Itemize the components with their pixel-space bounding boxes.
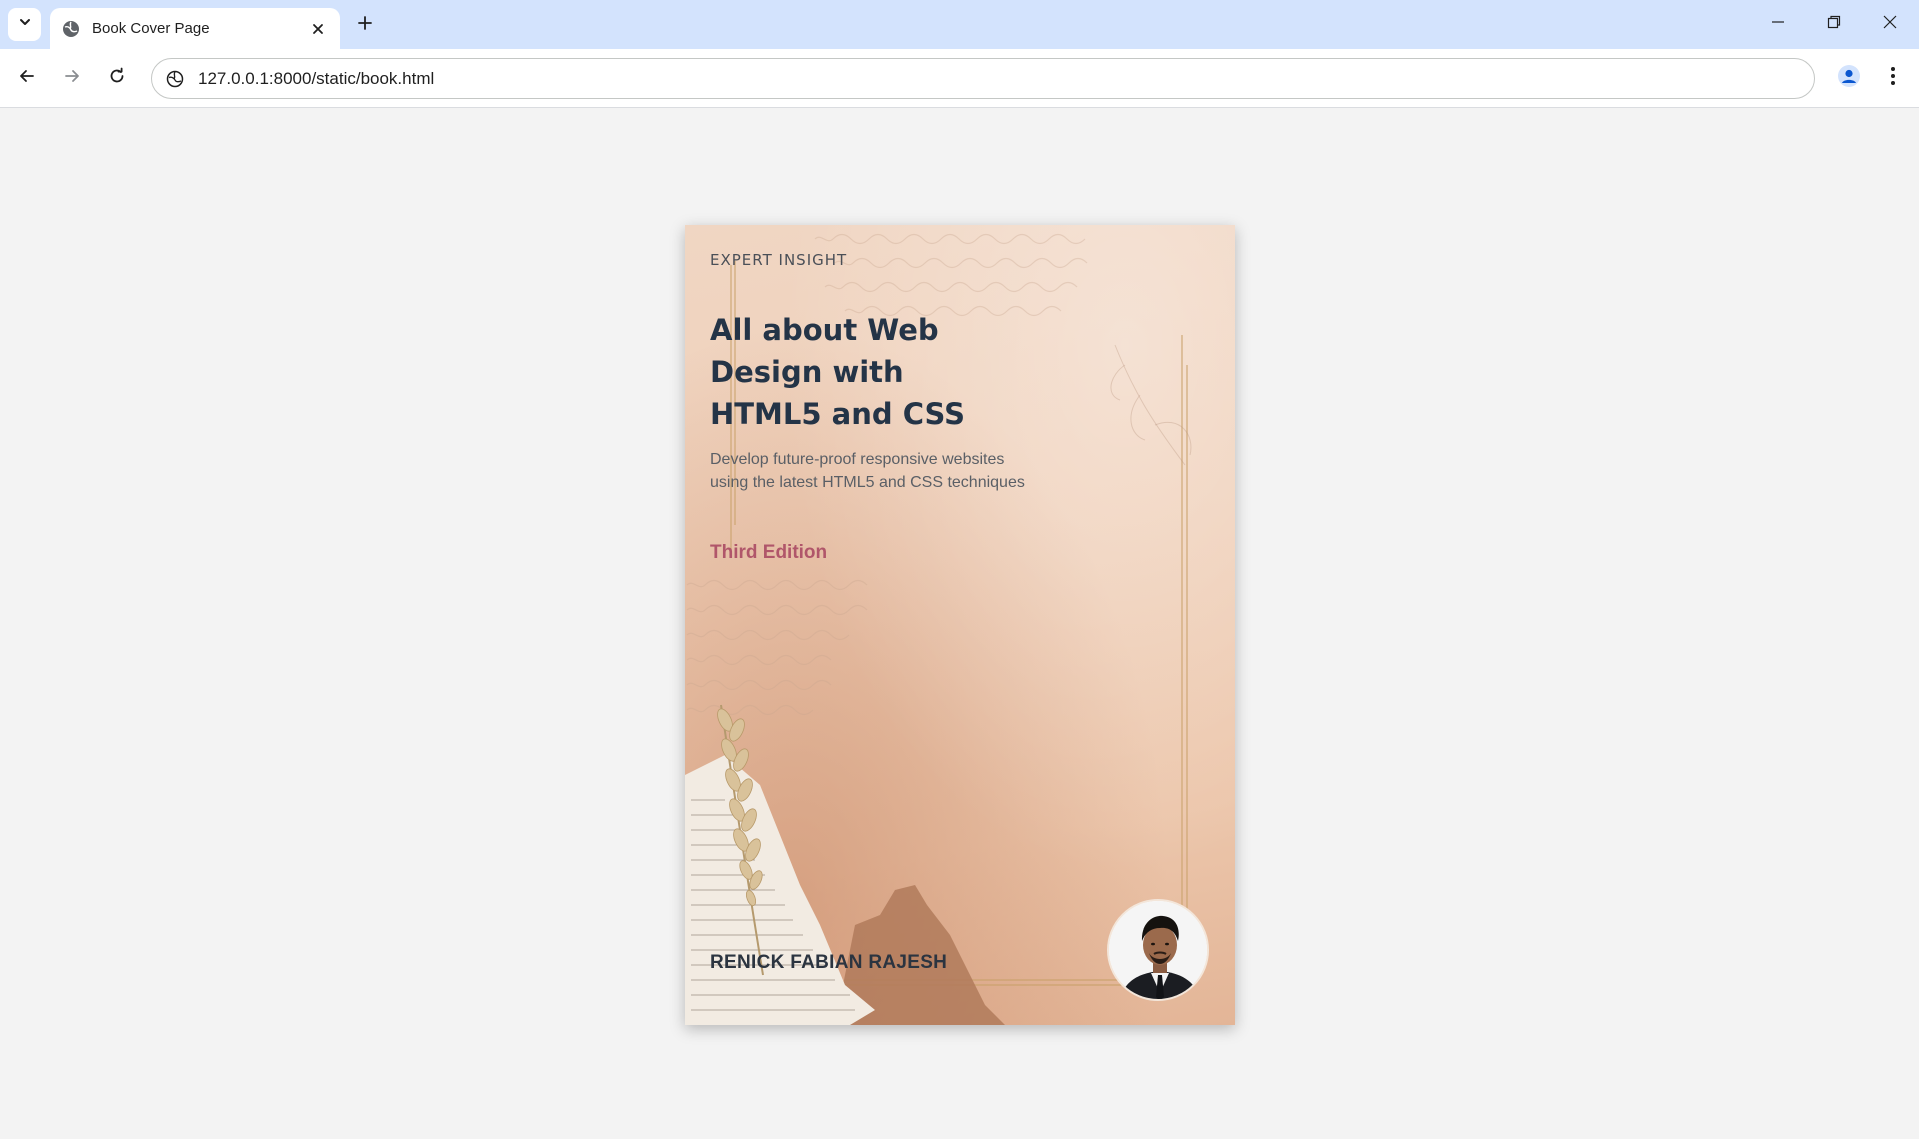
author-photo: [1107, 899, 1209, 1001]
minimize-icon: [1771, 15, 1785, 34]
close-icon: [1883, 15, 1897, 34]
close-window-button[interactable]: [1862, 0, 1918, 49]
tab-title: Book Cover Page: [92, 20, 210, 37]
arrow-left-icon: [18, 67, 36, 90]
close-icon[interactable]: [306, 17, 330, 41]
globe-icon: [62, 20, 80, 38]
book-subtitle-line: Develop future-proof responsive websites: [710, 451, 1005, 468]
kebab-menu-icon: [1890, 66, 1896, 91]
url-text: 127.0.0.1:8000/static/book.html: [198, 68, 435, 88]
book-subtitle-line: using the latest HTML5 and CSS technique…: [710, 474, 1025, 491]
page-viewport: EXPERT INSIGHT All about Web Design with…: [0, 109, 1919, 1139]
minimize-button[interactable]: [1750, 0, 1806, 49]
book-cover: EXPERT INSIGHT All about Web Design with…: [685, 225, 1235, 1025]
eyebrow-label: EXPERT INSIGHT: [710, 251, 848, 269]
profile-button[interactable]: [1832, 61, 1866, 95]
book-title-line: Design with: [710, 355, 904, 389]
book-edition: Third Edition: [710, 542, 828, 563]
browser-menu-button[interactable]: [1876, 61, 1910, 95]
profile-icon: [1837, 64, 1861, 93]
tab-strip: Book Cover Page: [0, 0, 1919, 49]
reload-icon: [108, 67, 126, 90]
new-tab-button[interactable]: [352, 12, 378, 38]
chevron-down-icon: [18, 15, 32, 34]
tab-search-button[interactable]: [8, 8, 41, 41]
book-title-line: All about Web: [710, 313, 939, 347]
book-title-line: HTML5 and CSS: [710, 397, 966, 431]
author-name: RENICK FABIAN RAJESH: [710, 952, 948, 973]
restore-icon: [1827, 15, 1841, 34]
tab-book-cover[interactable]: Book Cover Page: [50, 8, 340, 49]
book-subtitle: Develop future-proof responsive websites…: [710, 448, 1070, 494]
address-bar[interactable]: 127.0.0.1:8000/static/book.html: [151, 58, 1815, 99]
book-title: All about Web Design with HTML5 and CSS: [710, 309, 1010, 435]
browser-toolbar: 127.0.0.1:8000/static/book.html: [0, 49, 1919, 108]
plus-icon: [357, 15, 373, 36]
restore-button[interactable]: [1806, 0, 1862, 49]
author-portrait-image: [1109, 901, 1207, 999]
reload-button[interactable]: [100, 61, 134, 95]
site-info-icon[interactable]: [164, 68, 186, 90]
back-button[interactable]: [10, 61, 44, 95]
forward-button[interactable]: [55, 61, 89, 95]
arrow-right-icon: [63, 67, 81, 90]
